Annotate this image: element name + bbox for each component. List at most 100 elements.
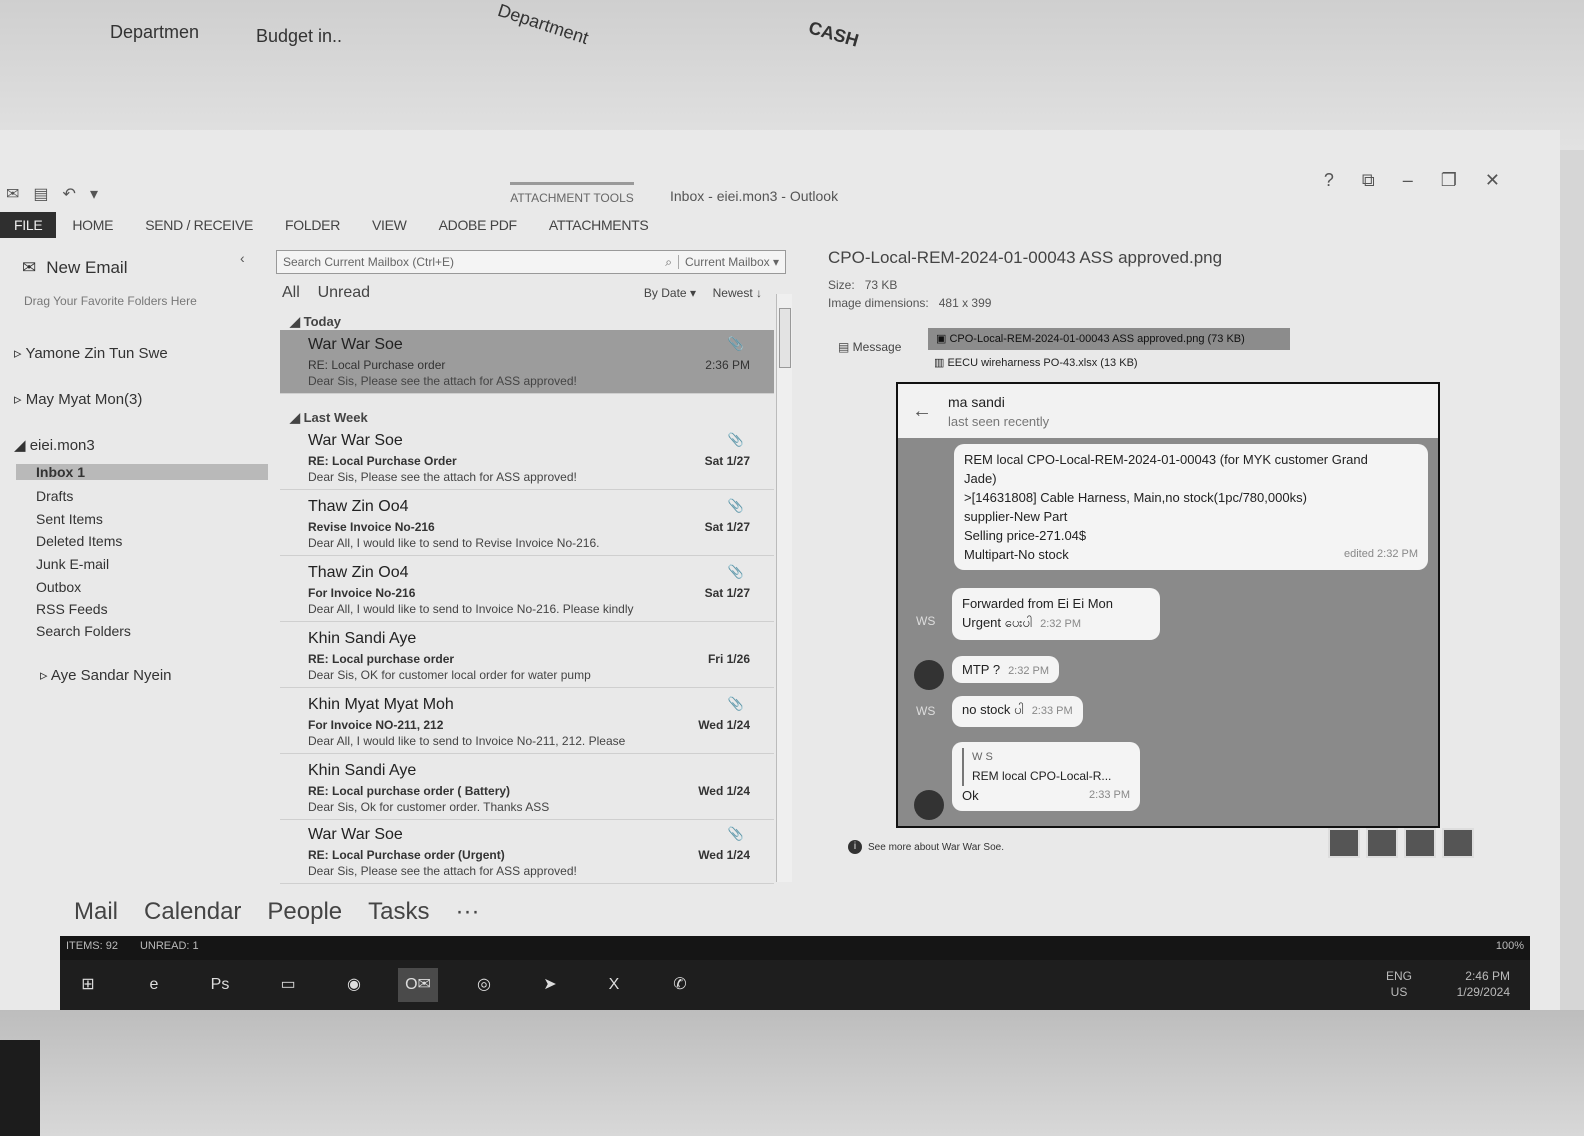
nav-people[interactable]: People [267,898,342,926]
attachment-size: Size: 73 KB [828,278,897,292]
attachment-chip-png[interactable]: ▣ CPO-Local-REM-2024-01-00043 ASS approv… [928,328,1290,350]
mail-item[interactable]: War War Soe 📎 RE: Local Purchase order D… [280,330,774,394]
mail-subject: RE: Local purchase order [308,652,455,666]
message-list-scrollbar[interactable] [776,294,792,882]
mail-item[interactable]: Khin Sandi Aye RE: Local purchase order … [280,756,774,820]
account-yamone[interactable]: ▹ Yamone Zin Tun Swe [14,344,168,362]
status-bar: ITEMS: 92 UNREAD: 1 100% [60,936,1530,960]
sort-order-toggle[interactable]: Newest ↓ [713,286,762,300]
attachment-chip-xlsx[interactable]: ▥ EECU wireharness PO-43.xlsx (13 KB) [934,356,1138,369]
folder-junk-email[interactable]: Junk E-mail [36,556,109,572]
photoshop-icon[interactable]: Ps [200,968,240,1002]
excel-icon[interactable]: X [594,968,634,1002]
mail-subject: RE: Local Purchase Order [308,454,457,468]
mail-subject: RE: Local Purchase order (Urgent) [308,848,505,862]
mail-item[interactable]: Khin Sandi Aye RE: Local purchase order … [280,624,774,688]
tab-file[interactable]: FILE [0,212,57,238]
mail-date: 2:36 PM [705,358,750,372]
chat-header: ← ma sandi last seen recently [898,384,1438,438]
viber-icon[interactable]: ✆ [660,968,700,1002]
close-icon[interactable]: ✕ [1485,170,1500,191]
filter-unread[interactable]: Unread [318,284,370,301]
collapse-pane-icon[interactable]: ‹ [240,250,245,266]
tab-folder[interactable]: FOLDER [269,217,356,233]
customize-icon[interactable]: ▾ [90,184,98,204]
folder-outbox[interactable]: Outbox [36,579,81,595]
ribbon-display-icon[interactable]: ⧉ [1362,170,1375,191]
tab-adobe-pdf[interactable]: ADOBE PDF [423,217,533,233]
search-scope-dropdown[interactable]: Current Mailbox ▾ [677,255,779,269]
chat-time: 2:32 PM [1040,618,1082,630]
people-pane-link[interactable]: i See more about War War Soe. [848,840,1004,854]
message-tab[interactable]: ▤ Message [838,340,901,354]
folder-search-folders[interactable]: Search Folders [36,623,131,639]
attachment-name: CPO-Local-REM-2024-01-00043 ASS approved… [949,333,1245,345]
account-aye-sandar-nyein[interactable]: ▹ Aye Sandar Nyein [40,666,172,684]
folder-sent-items[interactable]: Sent Items [36,511,103,527]
chat-body: REM local CPO-Local-REM-2024-01-00043 (f… [898,438,1438,826]
mail-item[interactable]: Thaw Zin Oo4 📎 For Invoice No-216 Dear A… [280,558,774,622]
nav-mail[interactable]: Mail [74,898,118,926]
chrome-icon[interactable]: ◎ [464,968,504,1002]
chat-line-text: Multipart-No stock [964,547,1069,562]
sort-by-dropdown[interactable]: By Date [644,286,687,300]
group-today[interactable]: ◢ Today [290,314,341,330]
language-indicator[interactable]: ENG US [1386,968,1412,1000]
account-eiei-mon3[interactable]: ◢ eiei.mon3 [14,436,95,454]
attachment-icon: 📎 [727,498,744,513]
restore-icon[interactable]: ❐ [1441,170,1457,191]
minimize-icon[interactable]: – [1403,170,1413,191]
zoom-level[interactable]: 100% [1496,940,1524,956]
start-icon[interactable]: ⊞ [68,968,108,1002]
new-email-button[interactable]: ✉ New Email [22,258,128,278]
undo-icon[interactable]: ↶ [63,184,76,204]
file-explorer-icon[interactable]: ▭ [268,968,308,1002]
mail-item[interactable]: Thaw Zin Oo4 📎 Revise Invoice No-216 Dea… [280,492,774,556]
mail-item[interactable]: War War Soe 📎 RE: Local Purchase order (… [280,820,774,884]
sort-controls: By Date ▾ Newest ↓ [643,286,762,300]
account-may-myat-mon[interactable]: ▹ May Myat Mon(3) [14,390,142,408]
nav-tasks[interactable]: Tasks [368,898,429,926]
telegram-icon[interactable]: ➤ [530,968,570,1002]
chat-message: Forwarded from Ei Ei Mon Urgent ပေးပါ 2:3… [952,588,1160,640]
nav-more[interactable]: ··· [456,898,480,926]
folder-inbox[interactable]: Inbox 1 [16,464,268,480]
help-icon[interactable]: ? [1324,170,1334,191]
attachment-icon: 📎 [727,564,744,579]
search-input[interactable]: Search Current Mailbox (Ctrl+E) ⌕ Curren… [276,250,786,274]
mail-subject: RE: Local Purchase order [308,358,446,372]
contact-avatar[interactable] [1328,828,1360,858]
group-last-week[interactable]: ◢ Last Week [290,410,368,426]
paper-word: CASH [806,17,861,51]
tab-view[interactable]: VIEW [356,217,423,233]
mail-item[interactable]: Khin Myat Myat Moh 📎 For Invoice NO-211,… [280,690,774,754]
chat-message: MTP ? 2:32 PM [952,656,1060,683]
contact-avatar[interactable] [1442,828,1474,858]
nav-calendar[interactable]: Calendar [144,898,241,926]
context-tools-label: ATTACHMENT TOOLS [510,182,634,206]
contact-avatar[interactable] [1366,828,1398,858]
tab-home[interactable]: HOME [56,217,129,233]
contact-avatar[interactable] [1404,828,1436,858]
tab-send-receive[interactable]: SEND / RECEIVE [129,217,269,233]
scrollbar-thumb[interactable] [779,308,791,368]
filter-all[interactable]: All [282,284,300,301]
folder-deleted-items[interactable]: Deleted Items [36,533,122,549]
folder-rss-feeds[interactable]: RSS Feeds [36,601,108,617]
folder-drafts[interactable]: Drafts [36,488,73,504]
chat-line: Selling price-271.04$ [964,528,1087,543]
tab-attachments[interactable]: ATTACHMENTS [533,217,665,233]
paper-word: Department [495,0,591,49]
save-icon[interactable]: ▤ [33,184,48,204]
attachment-dimensions: Image dimensions: 481 x 399 [828,296,991,310]
window-controls: ? ⧉ – ❐ ✕ [1324,170,1500,191]
mail-sender: Khin Myat Myat Moh [308,696,454,713]
edge-icon[interactable]: ◉ [334,968,374,1002]
outlook-icon[interactable]: O✉ [398,968,438,1002]
unread-count: UNREAD: 1 [139,940,199,952]
taskbar: ⊞ e Ps ▭ ◉ O✉ ◎ ➤ X ✆ ENG US 2:46 PM 1/2… [60,960,1530,1010]
search-icon[interactable]: ⌕ [665,255,672,270]
mail-item[interactable]: War War Soe 📎 RE: Local Purchase Order D… [280,426,774,490]
system-clock[interactable]: 2:46 PM 1/29/2024 [1457,968,1510,1000]
ie-icon[interactable]: e [134,968,174,1002]
